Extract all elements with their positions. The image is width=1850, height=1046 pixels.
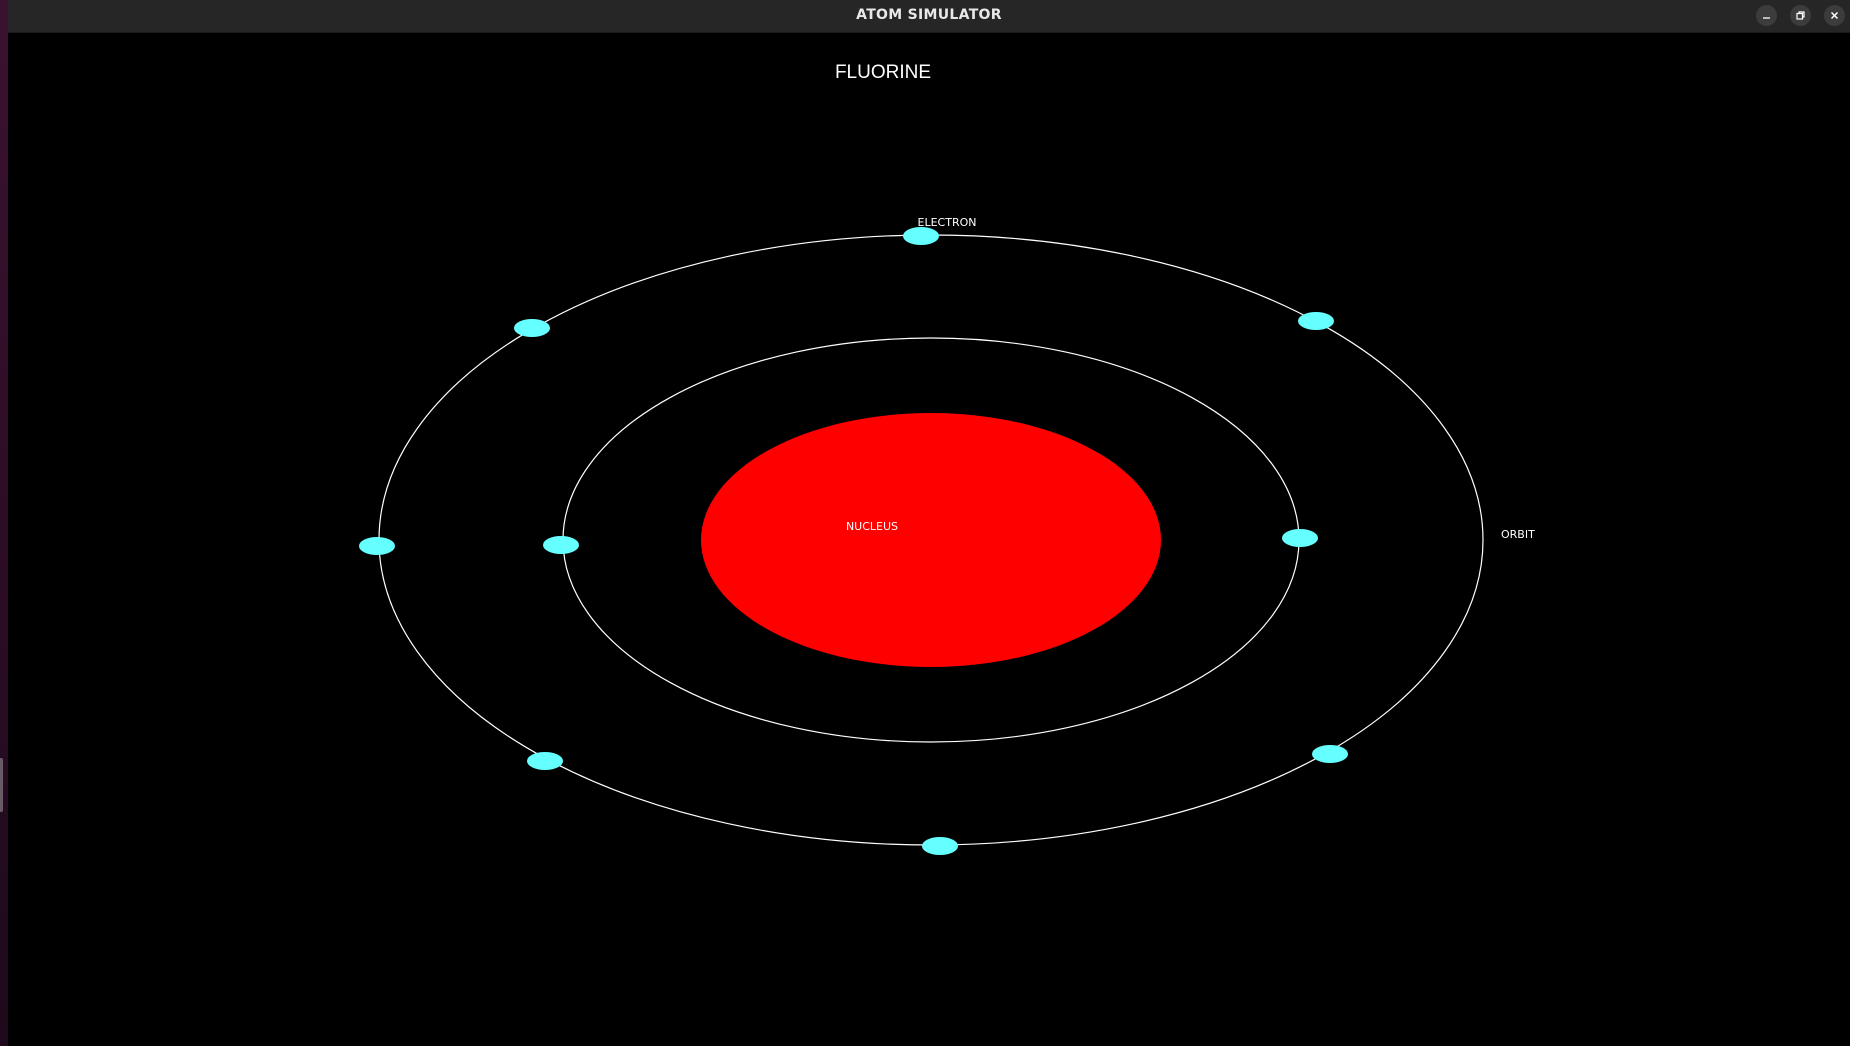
nucleus — [701, 413, 1161, 667]
element-name: FLUORINE — [835, 62, 931, 83]
atom-drawing: FLUORINE NUCLEUS ELECTRON ORBIT — [359, 62, 1535, 855]
electron — [903, 227, 939, 245]
close-button[interactable] — [1824, 5, 1845, 26]
electron — [1282, 529, 1318, 547]
electron — [1312, 745, 1348, 763]
app-window: ATOM SIMULATOR FLUORINE NUCLEUS ELECTRON… — [8, 0, 1850, 1046]
minimize-icon — [1763, 17, 1770, 19]
electron — [543, 536, 579, 554]
close-icon — [1830, 11, 1839, 20]
orbit-label: ORBIT — [1501, 528, 1535, 541]
window-title: ATOM SIMULATOR — [856, 7, 1002, 23]
maximize-button[interactable] — [1790, 5, 1811, 26]
electron — [1298, 312, 1334, 330]
nucleus-label: NUCLEUS — [846, 520, 898, 533]
dock-handle[interactable] — [0, 758, 3, 812]
title-bar[interactable]: ATOM SIMULATOR — [8, 0, 1850, 33]
desktop-background — [0, 0, 8, 1046]
restore-icon — [1796, 11, 1805, 20]
electron — [922, 837, 958, 855]
minimize-button[interactable] — [1756, 5, 1777, 26]
simulation-canvas[interactable]: FLUORINE NUCLEUS ELECTRON ORBIT — [8, 33, 1850, 1046]
electron-label: ELECTRON — [918, 216, 977, 229]
electron — [527, 752, 563, 770]
electron — [514, 319, 550, 337]
electron — [359, 537, 395, 555]
